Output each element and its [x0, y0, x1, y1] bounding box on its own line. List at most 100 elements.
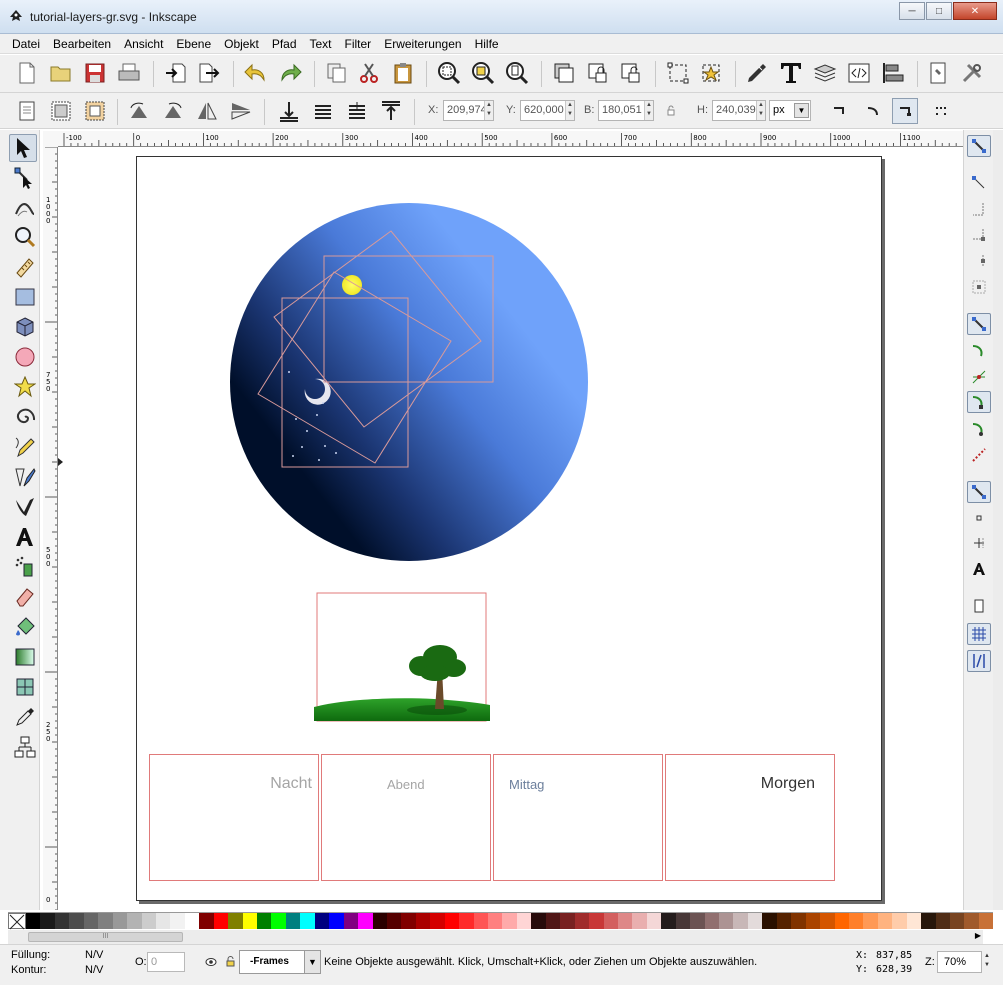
color-swatch[interactable] [675, 913, 691, 929]
color-swatch[interactable] [719, 913, 734, 929]
color-swatch[interactable] [921, 913, 936, 929]
color-swatch[interactable] [184, 913, 200, 929]
color-swatch[interactable] [488, 913, 503, 929]
gradient-tool[interactable] [10, 643, 40, 671]
color-swatch[interactable] [343, 913, 359, 929]
color-swatch[interactable] [170, 913, 185, 929]
select-all-layers-button[interactable] [48, 98, 74, 124]
3d-box-tool[interactable] [10, 313, 40, 341]
snap-bbox-corners-toggle[interactable] [967, 224, 991, 246]
color-swatch[interactable] [733, 913, 748, 929]
color-swatch[interactable] [776, 913, 792, 929]
snap-object-centers-toggle[interactable] [967, 507, 991, 529]
color-swatch[interactable] [300, 913, 315, 929]
menu-objekt[interactable]: Objekt [224, 37, 259, 51]
snap-text-baseline-toggle[interactable] [967, 558, 991, 580]
menu-datei[interactable]: Datei [12, 37, 40, 51]
snap-cusp-nodes-toggle[interactable] [967, 391, 991, 413]
color-swatch[interactable] [401, 913, 416, 929]
color-swatch[interactable] [459, 913, 474, 929]
menu-bearbeiten[interactable]: Bearbeiten [53, 37, 111, 51]
pen-tool[interactable] [10, 463, 40, 491]
menu-ebene[interactable]: Ebene [176, 37, 211, 51]
menu-ansicht[interactable]: Ansicht [124, 37, 163, 51]
group-button[interactable] [551, 60, 577, 86]
edit-bounding-button[interactable] [698, 60, 724, 86]
opacity-input[interactable]: 0 [147, 952, 185, 972]
stroke-value[interactable]: N/V [85, 964, 103, 976]
color-swatch[interactable] [531, 913, 546, 929]
selector-tool[interactable] [9, 134, 37, 162]
color-swatch[interactable] [314, 913, 330, 929]
text-tool[interactable] [10, 523, 40, 551]
color-swatch[interactable] [820, 913, 835, 929]
maximize-button[interactable]: □ [926, 2, 952, 20]
tweak-tool[interactable] [10, 193, 40, 221]
color-swatch[interactable] [964, 913, 979, 929]
color-swatch[interactable] [430, 913, 445, 929]
no-paint-swatch[interactable] [8, 913, 26, 930]
color-swatch[interactable] [834, 913, 849, 929]
color-swatch[interactable] [560, 913, 575, 929]
color-swatch[interactable] [285, 913, 301, 929]
snap-rotation-center-toggle[interactable] [967, 532, 991, 554]
tree-crown[interactable] [409, 645, 466, 681]
frame-abend[interactable]: Abend [321, 754, 491, 881]
dropper-tool[interactable] [10, 703, 40, 731]
lower-button[interactable] [310, 98, 336, 124]
color-swatch[interactable] [329, 913, 344, 929]
color-swatch[interactable] [473, 913, 488, 929]
print-button[interactable] [116, 60, 142, 86]
zoom-selection-button[interactable] [436, 60, 462, 86]
color-swatch[interactable] [271, 913, 286, 929]
spray-tool[interactable] [10, 553, 40, 581]
frame-morgen[interactable]: Morgen [665, 754, 835, 881]
close-button[interactable]: ✕ [953, 2, 997, 20]
zoom-page-button[interactable] [504, 60, 530, 86]
page-area[interactable]: Nacht Abend Mittag Morgen [136, 156, 882, 901]
color-swatch[interactable] [228, 913, 243, 929]
color-swatch[interactable] [632, 913, 647, 929]
fill-stroke-button[interactable] [744, 60, 770, 86]
raise-button[interactable] [344, 98, 370, 124]
rotate-ccw-button[interactable] [126, 98, 152, 124]
align-distribute-button[interactable] [880, 60, 906, 86]
scale-stroke-button[interactable] [826, 98, 852, 124]
transform-gradients-button[interactable] [892, 98, 918, 124]
select-all-button[interactable] [14, 98, 40, 124]
color-swatch[interactable] [127, 913, 142, 929]
xml-editor-button[interactable] [846, 60, 872, 86]
color-swatch[interactable] [661, 913, 676, 929]
x-input[interactable]: 209,974 ▲ ▼ [443, 100, 494, 121]
import-button[interactable] [163, 60, 189, 86]
snap-nodes-toggle[interactable] [967, 313, 991, 335]
snap-midpoints-toggle[interactable] [967, 444, 991, 466]
vertical-ruler[interactable]: 10007505002500 [43, 147, 58, 910]
color-swatch[interactable] [574, 913, 590, 929]
open-button[interactable] [48, 60, 74, 86]
rotate-cw-button[interactable] [160, 98, 186, 124]
transform-patterns-button[interactable] [928, 98, 954, 124]
unlock-button[interactable] [618, 60, 644, 86]
color-swatch[interactable] [358, 913, 373, 929]
ellipse-tool[interactable] [10, 343, 40, 371]
color-swatch[interactable] [386, 913, 402, 929]
save-button[interactable] [82, 60, 108, 86]
color-swatch[interactable] [863, 913, 878, 929]
scale-corners-button[interactable] [860, 98, 886, 124]
color-swatch[interactable] [805, 913, 821, 929]
calligraphy-tool[interactable] [10, 493, 40, 521]
horizontal-ruler[interactable]: -100 0 100 200 300 400 500 600 700 800 900 1000 1100 [58, 131, 963, 147]
lock-group-button[interactable] [585, 60, 611, 86]
color-swatch[interactable] [199, 913, 214, 929]
star-tool[interactable] [10, 373, 40, 401]
horizontal-scrollbar[interactable]: III ▶ [8, 930, 983, 944]
color-swatch[interactable] [978, 913, 994, 929]
color-swatch[interactable] [155, 913, 171, 929]
rectangle-tool[interactable] [10, 283, 40, 311]
zoom-spin-arrows-icon[interactable]: ▲ ▼ [984, 952, 990, 970]
menu-filter[interactable]: Filter [345, 37, 372, 51]
color-swatch[interactable] [762, 913, 777, 929]
zoom-input[interactable]: 70% [937, 951, 982, 973]
cut-button[interactable] [356, 60, 382, 86]
